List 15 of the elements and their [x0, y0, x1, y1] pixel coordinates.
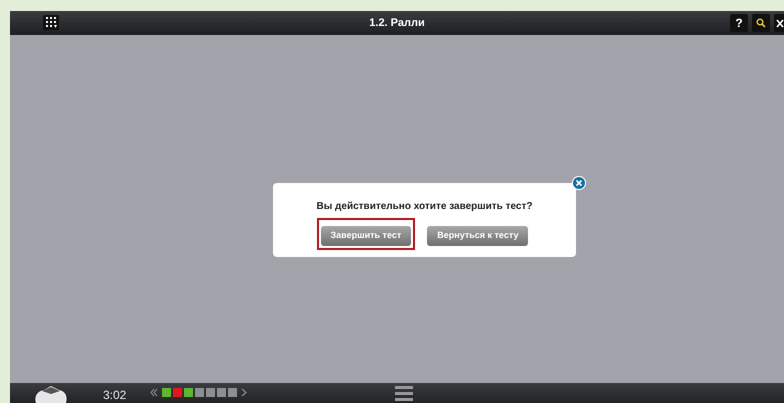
close-icon [776, 18, 784, 28]
menu-icon[interactable] [395, 385, 413, 403]
dialog-button[interactable]: Вернуться к тесту [427, 226, 528, 246]
dialog-button[interactable]: Завершить тест [320, 226, 412, 246]
timer: 3:02 [103, 387, 126, 403]
previous-icon[interactable] [150, 388, 158, 397]
help-button[interactable]: ? [730, 14, 748, 32]
lesson-title: 1.2. Ралли [369, 16, 425, 31]
grid-icon[interactable] [43, 15, 59, 30]
next-icon[interactable] [241, 388, 247, 397]
close-button[interactable] [774, 14, 784, 32]
confirm-message: Вы действительно хотите завершить тест? [316, 200, 532, 214]
search-button[interactable] [752, 14, 770, 32]
close-icon[interactable] [572, 176, 586, 190]
search-icon [756, 18, 766, 28]
